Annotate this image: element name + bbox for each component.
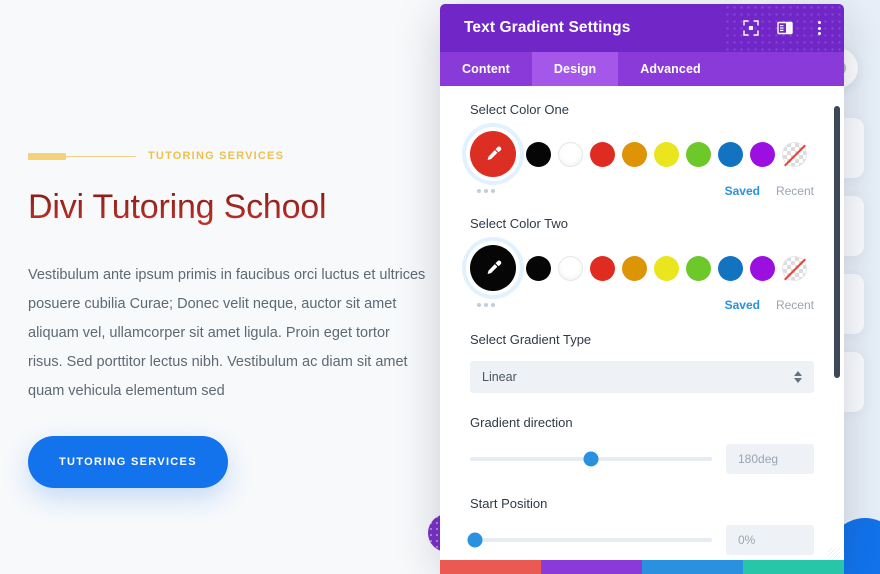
eyebrow: TUTORING SERVICES — [28, 150, 428, 162]
modal-footer-action-bar — [440, 560, 844, 574]
swatch-black[interactable] — [526, 255, 551, 281]
swatch-orange[interactable] — [622, 255, 647, 281]
page-title: Divi Tutoring School — [28, 187, 428, 228]
color-one-swatch-row — [470, 131, 814, 177]
modal-header-actions — [742, 19, 828, 37]
color-one-section: Select Color One Saved Recent — [470, 102, 814, 198]
modal-tabs: Content Design Advanced — [440, 52, 844, 86]
gradient-type-value: Linear — [482, 370, 517, 384]
eyebrow-label: TUTORING SERVICES — [148, 150, 285, 162]
tab-content[interactable]: Content — [440, 52, 532, 86]
gradient-type-label: Select Gradient Type — [470, 332, 592, 347]
swatch-white[interactable] — [558, 141, 583, 167]
color-two-saved-link[interactable]: Saved — [725, 298, 760, 312]
color-one-recent-link[interactable]: Recent — [776, 184, 814, 198]
color-two-eyedropper-button[interactable] — [470, 245, 516, 291]
gradient-type-select[interactable]: Linear — [470, 361, 814, 393]
eyedropper-icon — [487, 260, 502, 274]
color-two-section: Select Color Two Saved Recent — [470, 216, 814, 312]
footer-segment-save[interactable] — [743, 560, 844, 574]
swatch-yellow[interactable] — [654, 255, 679, 281]
start-position-label: Start Position — [470, 496, 548, 511]
color-one-links: Saved Recent — [725, 184, 814, 198]
color-one-label: Select Color One — [470, 102, 569, 117]
gradient-direction-value[interactable]: 180deg — [726, 444, 814, 474]
focus-target-icon[interactable] — [742, 19, 760, 37]
modal-title: Text Gradient Settings — [464, 19, 631, 36]
footer-segment-cancel[interactable] — [440, 560, 541, 574]
swatch-blue[interactable] — [718, 255, 743, 281]
modal-header: Text Gradient Settings — [440, 4, 844, 52]
swatch-black[interactable] — [526, 141, 551, 167]
text-gradient-settings-modal: Text Gradient Settings Content Design Ad… — [440, 4, 844, 564]
modal-scrollbar[interactable] — [834, 106, 840, 550]
color-two-recent-link[interactable]: Recent — [776, 298, 814, 312]
slider-track — [470, 538, 712, 542]
swatch-yellow[interactable] — [654, 141, 679, 167]
gradient-direction-label: Gradient direction — [470, 415, 573, 430]
color-two-label: Select Color Two — [470, 216, 569, 231]
color-one-saved-link[interactable]: Saved — [725, 184, 760, 198]
hero-body-text: Vestibulum ante ipsum primis in faucibus… — [28, 266, 426, 399]
screen: TUTORING SERVICES Divi Tutoring School V… — [0, 0, 880, 574]
color-two-more-options-icon[interactable] — [475, 299, 497, 311]
color-two-links: Saved Recent — [725, 298, 814, 312]
footer-segment-history[interactable] — [541, 560, 642, 574]
color-one-eyedropper-button[interactable] — [470, 131, 516, 177]
hero-section: TUTORING SERVICES Divi Tutoring School V… — [28, 150, 428, 488]
modal-body: Select Color One Saved Recent Select Col… — [440, 86, 844, 564]
chevron-updown-icon — [794, 371, 802, 383]
swatch-purple[interactable] — [750, 255, 775, 281]
gradient-direction-slider[interactable] — [470, 451, 712, 467]
layout-panel-icon[interactable] — [776, 19, 794, 37]
eyedropper-icon — [487, 146, 502, 160]
modal-scrollbar-thumb[interactable] — [834, 106, 840, 378]
swatch-green[interactable] — [686, 141, 711, 167]
swatch-purple[interactable] — [750, 141, 775, 167]
swatch-white[interactable] — [558, 255, 583, 281]
slider-knob[interactable] — [583, 451, 599, 467]
gradient-direction-section: Gradient direction 180deg — [470, 415, 814, 474]
kebab-menu-icon[interactable] — [810, 19, 828, 37]
resize-grip-icon[interactable] — [828, 548, 840, 560]
swatch-red[interactable] — [590, 141, 615, 167]
slider-knob[interactable] — [467, 532, 483, 548]
tab-advanced[interactable]: Advanced — [618, 52, 723, 86]
start-position-section: Start Position 0% — [467, 496, 814, 555]
swatch-green[interactable] — [686, 255, 711, 281]
swatch-orange[interactable] — [622, 141, 647, 167]
color-one-meta-row: Saved Recent — [470, 184, 814, 198]
eyebrow-divider-line — [28, 152, 136, 160]
swatch-blue[interactable] — [718, 141, 743, 167]
gradient-type-section: Select Gradient Type Linear — [470, 332, 814, 393]
swatch-transparent[interactable] — [782, 255, 807, 281]
swatch-transparent[interactable] — [782, 141, 807, 167]
start-position-slider[interactable] — [467, 532, 712, 548]
color-two-meta-row: Saved Recent — [470, 298, 814, 312]
color-one-more-options-icon[interactable] — [475, 185, 497, 197]
start-position-value[interactable]: 0% — [726, 525, 814, 555]
tab-design[interactable]: Design — [531, 52, 619, 86]
footer-segment-preview[interactable] — [642, 560, 743, 574]
color-two-swatch-row — [470, 245, 814, 291]
swatch-red[interactable] — [590, 255, 615, 281]
tutoring-services-button[interactable]: TUTORING SERVICES — [28, 435, 228, 488]
